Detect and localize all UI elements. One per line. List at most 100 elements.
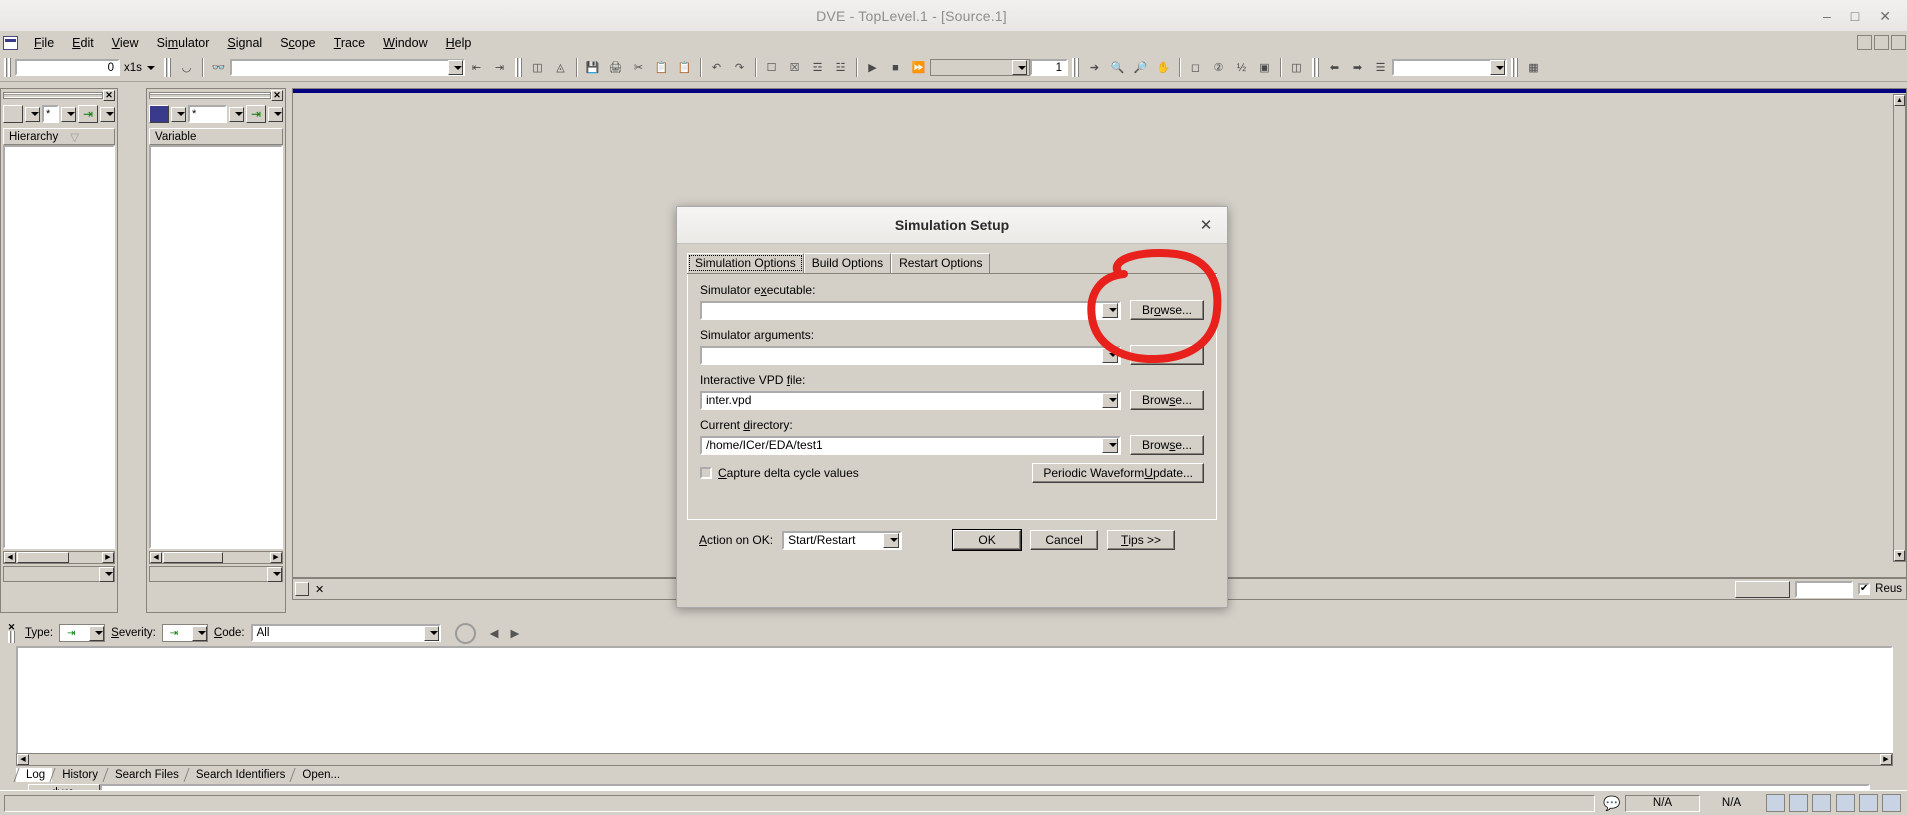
- periodic-waveform-update-button[interactable]: Periodic Waveform Update...: [1032, 463, 1204, 483]
- tray-edit-icon[interactable]: [1789, 794, 1809, 812]
- chevron-down-icon[interactable]: [1012, 60, 1027, 75]
- chevron-down-icon[interactable]: [229, 106, 244, 122]
- list-icon[interactable]: ☰: [1370, 57, 1391, 78]
- menu-item-simulator[interactable]: Simulator: [148, 34, 219, 52]
- toolbar-grip-4[interactable]: [1072, 58, 1079, 77]
- hierarchy-filter-input[interactable]: *: [42, 105, 59, 123]
- search-input[interactable]: [230, 59, 465, 76]
- close-icon[interactable]: ✕: [103, 90, 115, 101]
- tray-list-icon[interactable]: [1882, 794, 1901, 812]
- scroll-left-icon[interactable]: ◀: [150, 552, 162, 563]
- close-icon[interactable]: ✕: [271, 90, 283, 101]
- undo-icon[interactable]: ↶: [706, 57, 727, 78]
- menu-item-scope[interactable]: Scope: [271, 34, 324, 52]
- hierarchy-view-mode-button[interactable]: [3, 105, 23, 123]
- menu-item-help[interactable]: Help: [437, 34, 481, 52]
- browse-button-interactive-vpd-file[interactable]: Brow s e...: [1130, 390, 1204, 410]
- log-tab-search-identifiers[interactable]: Search Identifiers: [186, 768, 293, 782]
- tab-simulation-options[interactable]: Simulation Options: [687, 253, 804, 273]
- source-vscrollbar[interactable]: ▲ ▼: [1893, 94, 1906, 562]
- chevron-down-icon[interactable]: [61, 106, 76, 122]
- action-on-ok-dropdown[interactable]: Start/Restart: [782, 530, 903, 550]
- group-icon[interactable]: ☲: [807, 57, 828, 78]
- expand-signal-icon[interactable]: ◫: [527, 57, 548, 78]
- variable-footer-combo[interactable]: [149, 566, 283, 582]
- log-close-icon[interactable]: ✕: [8, 623, 16, 632]
- zoom-2x-icon[interactable]: ②: [1208, 57, 1229, 78]
- time-value-input[interactable]: 0: [15, 59, 120, 76]
- chevron-down-icon[interactable]: [1102, 392, 1118, 408]
- drag-handle[interactable]: [149, 92, 271, 99]
- toolbar-grip-6[interactable]: [1511, 58, 1518, 77]
- hierarchy-panel-header[interactable]: ✕: [1, 89, 117, 102]
- browse-button-simulator-executable[interactable]: Br o wse...: [1130, 300, 1204, 320]
- toolbar-grip[interactable]: [4, 58, 11, 77]
- cut-icon[interactable]: ✂: [628, 57, 649, 78]
- scroll-up-icon[interactable]: ▲: [1894, 95, 1905, 106]
- interactive-vpd-file-input[interactable]: inter.vpd: [700, 390, 1121, 410]
- bus-icon[interactable]: ☳: [830, 57, 851, 78]
- zoom-out-icon[interactable]: 🔎: [1130, 57, 1151, 78]
- reuse-checkbox[interactable]: ✔: [1858, 583, 1871, 595]
- variable-column-header[interactable]: Variable: [149, 128, 283, 145]
- tray-signal-icon[interactable]: [1835, 794, 1855, 812]
- minimize-icon[interactable]: –: [1823, 9, 1831, 23]
- print-icon[interactable]: 🖨: [605, 57, 626, 78]
- log-tab-log[interactable]: Log: [16, 768, 53, 782]
- variable-list[interactable]: [149, 145, 283, 549]
- binoculars-icon[interactable]: 👓: [208, 57, 229, 78]
- compare-icon[interactable]: ◫: [1286, 57, 1307, 78]
- log-drag-handle[interactable]: [8, 631, 15, 643]
- add-signal-icon[interactable]: ☐: [761, 57, 782, 78]
- hierarchy-column-header[interactable]: Hierarchy ▽: [3, 128, 115, 145]
- close-icon[interactable]: ✕: [1879, 9, 1891, 23]
- chevron-down-icon[interactable]: [1102, 437, 1118, 453]
- scope-dropdown[interactable]: [930, 59, 1030, 76]
- source-close-icon[interactable]: ✕: [315, 583, 324, 596]
- tab-build-options[interactable]: Build Options: [803, 253, 892, 273]
- log-prev-icon[interactable]: ◀: [490, 626, 499, 640]
- step-icon[interactable]: ⏩: [908, 57, 929, 78]
- scroll-left-icon[interactable]: ◀: [4, 552, 16, 563]
- chevron-down-icon[interactable]: [1102, 302, 1118, 318]
- scroll-down-icon[interactable]: ▼: [1894, 550, 1905, 561]
- schematic-icon[interactable]: ▦: [1523, 57, 1544, 78]
- log-next-icon[interactable]: ▶: [510, 626, 519, 640]
- zoom-half-icon[interactable]: ½: [1231, 57, 1252, 78]
- maximize-icon[interactable]: □: [1851, 9, 1859, 23]
- mdi-close-icon[interactable]: [1891, 35, 1906, 50]
- menu-item-file[interactable]: File: [25, 34, 63, 52]
- variable-filter-input[interactable]: *: [188, 105, 227, 123]
- pointer-icon[interactable]: ➔: [1084, 57, 1105, 78]
- log-tab-search-files[interactable]: Search Files: [105, 768, 186, 782]
- chevron-down-icon[interactable]: [191, 625, 207, 641]
- time-unit-dropdown[interactable]: x1s: [120, 59, 160, 76]
- chevron-down-icon[interactable]: [1490, 60, 1505, 75]
- cancel-button[interactable]: Cancel: [1030, 530, 1099, 550]
- chevron-down-icon[interactable]: [883, 532, 900, 548]
- chevron-down-icon[interactable]: [1102, 347, 1118, 363]
- remove-signal-icon[interactable]: ☒: [784, 57, 805, 78]
- chevron-down-icon[interactable]: [99, 566, 114, 582]
- forward-icon[interactable]: ➡: [1347, 57, 1368, 78]
- type-dropdown[interactable]: ⇥: [59, 624, 106, 642]
- right-combo-input[interactable]: [1392, 59, 1507, 76]
- browse-button-current-directory[interactable]: Brow s e...: [1130, 435, 1204, 455]
- waveform-icon[interactable]: ◡: [176, 57, 197, 78]
- chevron-down-icon[interactable]: [268, 106, 283, 122]
- log-hscrollbar[interactable]: ◀ ▶: [16, 753, 1893, 766]
- chevron-down-icon[interactable]: [423, 625, 439, 641]
- collapse-signal-icon[interactable]: ◬: [550, 57, 571, 78]
- menu-item-edit[interactable]: Edit: [63, 34, 103, 52]
- dialog-close-icon[interactable]: ✕: [1197, 216, 1215, 234]
- simulator-arguments-input[interactable]: [700, 345, 1121, 365]
- scroll-thumb[interactable]: [17, 552, 69, 563]
- hierarchy-tree-list[interactable]: [3, 145, 115, 549]
- severity-dropdown[interactable]: ⇥: [161, 624, 208, 642]
- drag-handle[interactable]: [3, 92, 103, 99]
- log-tab-open[interactable]: Open...: [292, 768, 347, 782]
- variable-view-mode-icon[interactable]: [149, 105, 169, 123]
- pan-hand-icon[interactable]: ✋: [1153, 57, 1174, 78]
- run-icon[interactable]: ▶: [862, 57, 883, 78]
- scroll-left-icon[interactable]: ◀: [17, 754, 29, 765]
